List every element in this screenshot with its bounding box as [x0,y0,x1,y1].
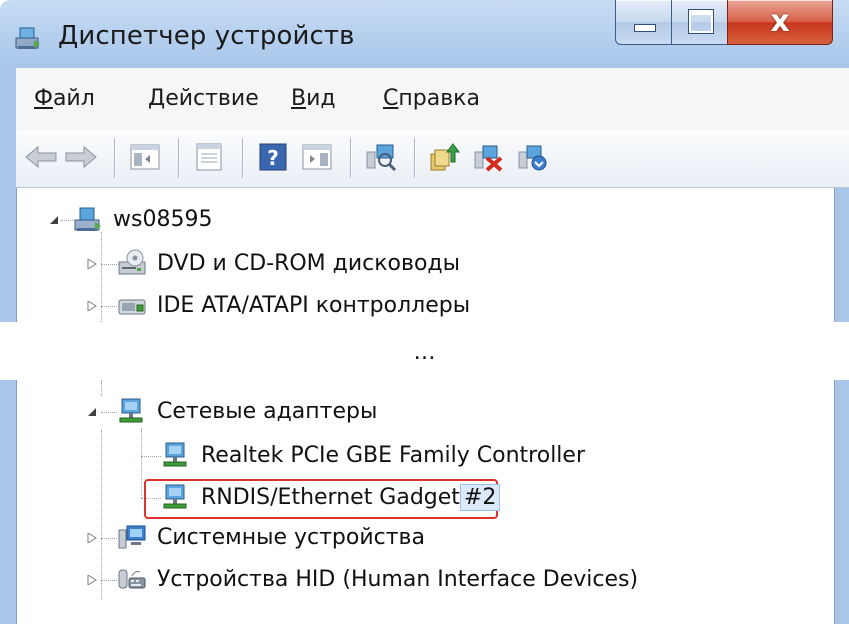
tree-item-label: Сетевые адаптеры [157,398,378,424]
network-adapter-icon [163,442,187,467]
tree-item-label: Системные устройства [157,524,425,550]
uninstall-device-button[interactable] [516,140,550,174]
toolbar: ? [0,130,849,188]
tree-item-dvd[interactable]: DVD и CD-ROM дисководы [117,246,460,280]
menu-action[interactable]: Действие [148,86,259,111]
scan-hardware-icon [366,144,397,172]
menu-bar: Файл Действие Вид Справка [0,68,849,130]
expand-arrow-icon[interactable] [87,259,97,269]
svg-text:?: ? [267,146,279,170]
tree-item-label: IDE ATA/ATAPI контроллеры [157,292,471,318]
help-button[interactable]: ? [256,140,290,174]
menu-view[interactable]: Вид [291,86,336,111]
disable-device-button[interactable] [472,140,506,174]
tree-item-label: Устройства HID (Human Interface Devices) [157,566,639,592]
back-icon [25,145,57,169]
device-manager-icon [15,27,40,49]
hid-device-icon [118,569,146,589]
tree-item-label: Realtek PCIe GBE Family Controller [201,442,586,468]
forward-button[interactable] [64,140,98,174]
close-icon: x [770,4,790,39]
tree-root-computer[interactable]: ws08595 [73,202,212,236]
action-pane-button[interactable] [300,140,334,174]
ide-controller-icon [118,299,146,315]
minimize-button[interactable] [615,0,673,45]
uninstall-device-icon [518,145,547,171]
close-button[interactable]: x [727,0,833,45]
tree-item-rndis[interactable]: RNDIS/Ethernet Gadget #2 [161,480,501,514]
update-driver-icon [430,143,460,171]
back-button[interactable] [24,140,58,174]
expand-arrow-icon[interactable] [87,575,97,585]
dvd-drive-icon [118,249,146,275]
device-tree-top: ws08595 DVD и CD-ROM дисководы IDE ATA/A… [16,188,835,322]
disable-device-icon [474,145,503,172]
properties-icon [196,143,222,171]
system-devices-icon [118,525,146,549]
expand-arrow-icon[interactable] [87,301,97,311]
menu-help[interactable]: Справка [383,86,480,111]
tree-item-system-devices[interactable]: Системные устройства [117,520,425,554]
device-instance-suffix: #2 [459,483,501,511]
scan-hardware-button[interactable] [364,140,398,174]
forward-icon [65,145,97,169]
network-adapter-icon [163,484,187,509]
minimize-icon [634,24,656,32]
tree-item-ide[interactable]: IDE ATA/ATAPI контроллеры [117,288,470,322]
computer-icon [74,207,101,231]
title-bar: Диспетчер устройств x [0,0,849,68]
device-tree-bottom: Сетевые адаптеры Realtek PCIe GBE Family… [16,380,835,624]
tree-item-hid[interactable]: Устройства HID (Human Interface Devices) [117,562,638,596]
action-pane-icon [302,144,332,170]
window-title: Диспетчер устройств [58,21,355,51]
device-manager-window: Диспетчер устройств x Файл Действие Вид … [0,0,849,322]
collapse-arrow-icon[interactable] [87,407,97,417]
update-driver-button[interactable] [428,140,462,174]
maximize-button[interactable] [671,0,729,45]
console-tree-icon [130,144,160,170]
properties-button[interactable] [192,140,226,174]
network-adapter-icon [119,398,143,423]
ellipsis-separator: … [413,340,436,365]
tree-item-label: DVD и CD-ROM дисководы [157,250,461,276]
expand-arrow-icon[interactable] [87,533,97,543]
console-tree-button[interactable] [128,140,162,174]
maximize-icon [688,9,714,34]
tree-item-realtek[interactable]: Realtek PCIe GBE Family Controller [161,438,585,472]
help-icon: ? [259,143,287,171]
tree-item-label: RNDIS/Ethernet Gadget [201,484,460,510]
tree-item-network-adapters[interactable]: Сетевые адаптеры [117,394,377,428]
collapse-arrow-icon[interactable] [49,215,59,225]
menu-file[interactable]: Файл [34,86,95,111]
computer-name: ws08595 [113,206,213,232]
